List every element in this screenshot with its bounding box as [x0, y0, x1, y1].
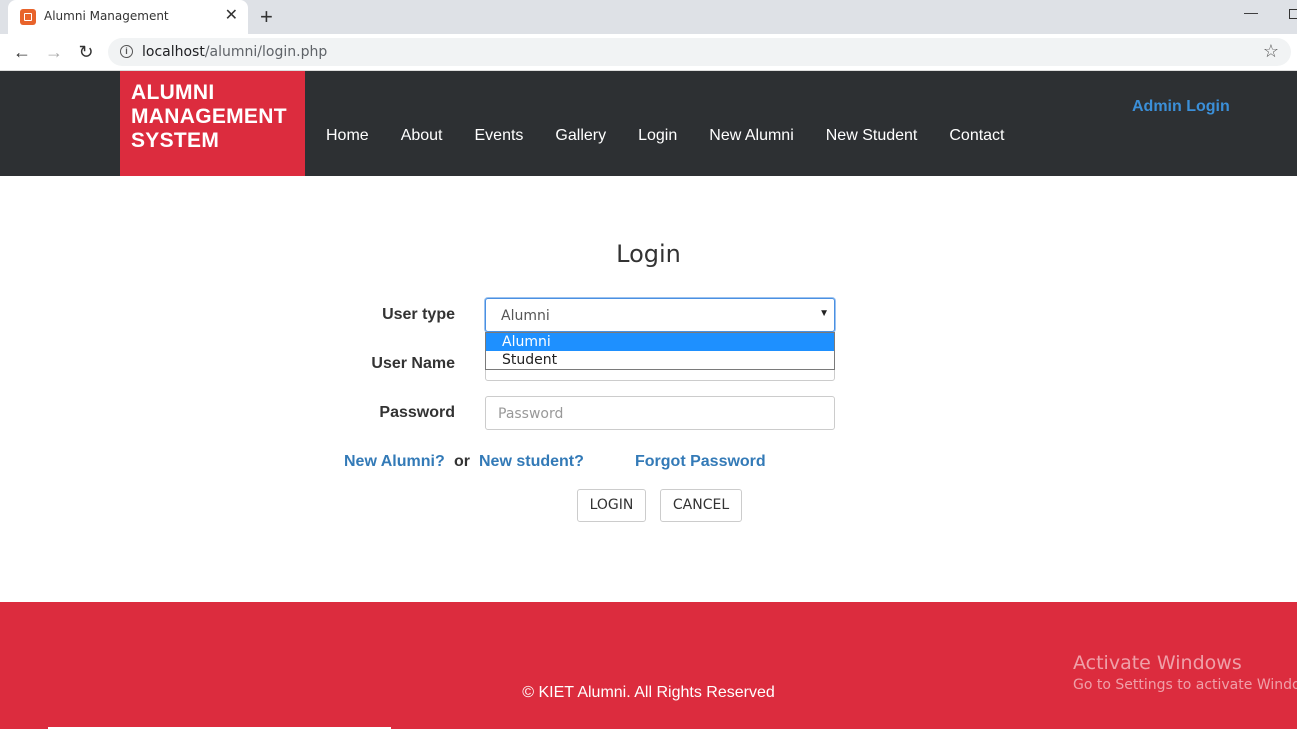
bookmark-star-icon[interactable]: ☆ — [1263, 41, 1279, 62]
nav-contact[interactable]: Contact — [933, 127, 1020, 145]
cancel-button[interactable]: CANCEL — [660, 489, 742, 522]
brand-line-2: MANAGEMENT — [131, 105, 287, 128]
nav-about[interactable]: About — [385, 127, 459, 145]
close-tab-icon[interactable]: ✕ — [225, 7, 238, 25]
nav-new-student[interactable]: New Student — [810, 127, 934, 145]
option-student[interactable]: Student — [486, 351, 834, 369]
option-alumni[interactable]: Alumni — [486, 333, 834, 351]
nav-gallery[interactable]: Gallery — [539, 127, 622, 145]
nav-home[interactable]: Home — [310, 127, 385, 145]
nav-login[interactable]: Login — [622, 127, 693, 145]
activate-windows-subtitle: Go to Settings to activate Windows. — [1073, 677, 1297, 693]
address-bar[interactable]: i localhost/alumni/login.php ☆ — [108, 38, 1291, 66]
tab-title: Alumni Management — [44, 9, 169, 23]
new-alumni-link[interactable]: New Alumni? — [344, 453, 445, 471]
site-navbar: ALUMNI MANAGEMENT SYSTEM Home About Even… — [0, 71, 1297, 176]
new-tab-icon[interactable]: + — [260, 4, 273, 30]
back-icon[interactable]: ← — [11, 41, 33, 63]
browser-tab-bar: Alumni Management ✕ + — — [0, 0, 1297, 34]
reload-icon[interactable]: ↻ — [75, 41, 97, 63]
forward-icon[interactable]: → — [43, 41, 65, 63]
user-type-value: Alumni — [501, 308, 550, 324]
username-label: User Name — [371, 355, 455, 372]
xampp-favicon-icon — [20, 9, 36, 25]
maximize-icon[interactable] — [1289, 9, 1297, 19]
user-type-dropdown: Alumni Student — [485, 332, 835, 370]
brand-line-3: SYSTEM — [131, 129, 220, 152]
url-host: localhost — [142, 44, 205, 60]
minimize-icon[interactable]: — — [1244, 4, 1258, 20]
or-text: or — [454, 453, 470, 470]
password-input[interactable]: Password — [485, 396, 835, 430]
brand-line-1: ALUMNI — [131, 81, 215, 104]
site-info-icon[interactable]: i — [120, 45, 133, 58]
browser-toolbar: ← → ↻ i localhost/alumni/login.php ☆ — [0, 34, 1297, 71]
user-type-label: User type — [382, 306, 455, 323]
brand-logo[interactable]: ALUMNI MANAGEMENT SYSTEM — [120, 71, 305, 176]
url-text[interactable]: localhost/alumni/login.php — [142, 44, 327, 60]
new-student-link[interactable]: New student? — [479, 453, 584, 471]
activate-windows-title: Activate Windows — [1073, 652, 1242, 674]
password-label: Password — [379, 404, 455, 421]
forgot-password-link[interactable]: Forgot Password — [635, 453, 766, 471]
password-placeholder: Password — [498, 406, 564, 422]
url-path: /alumni/login.php — [204, 44, 328, 60]
login-button[interactable]: LOGIN — [577, 489, 646, 522]
nav-new-alumni[interactable]: New Alumni — [693, 127, 809, 145]
chevron-down-icon: ▼ — [819, 308, 829, 319]
user-type-select[interactable]: Alumni ▼ — [485, 298, 835, 332]
nav-events[interactable]: Events — [459, 127, 540, 145]
admin-login-link[interactable]: Admin Login — [1132, 98, 1230, 116]
main-menu: Home About Events Gallery Login New Alum… — [310, 127, 1021, 145]
footer: © KIET Alumni. All Rights Reserved Activ… — [0, 602, 1297, 729]
page-title: Login — [616, 240, 681, 268]
browser-tab[interactable]: Alumni Management ✕ — [8, 0, 248, 34]
